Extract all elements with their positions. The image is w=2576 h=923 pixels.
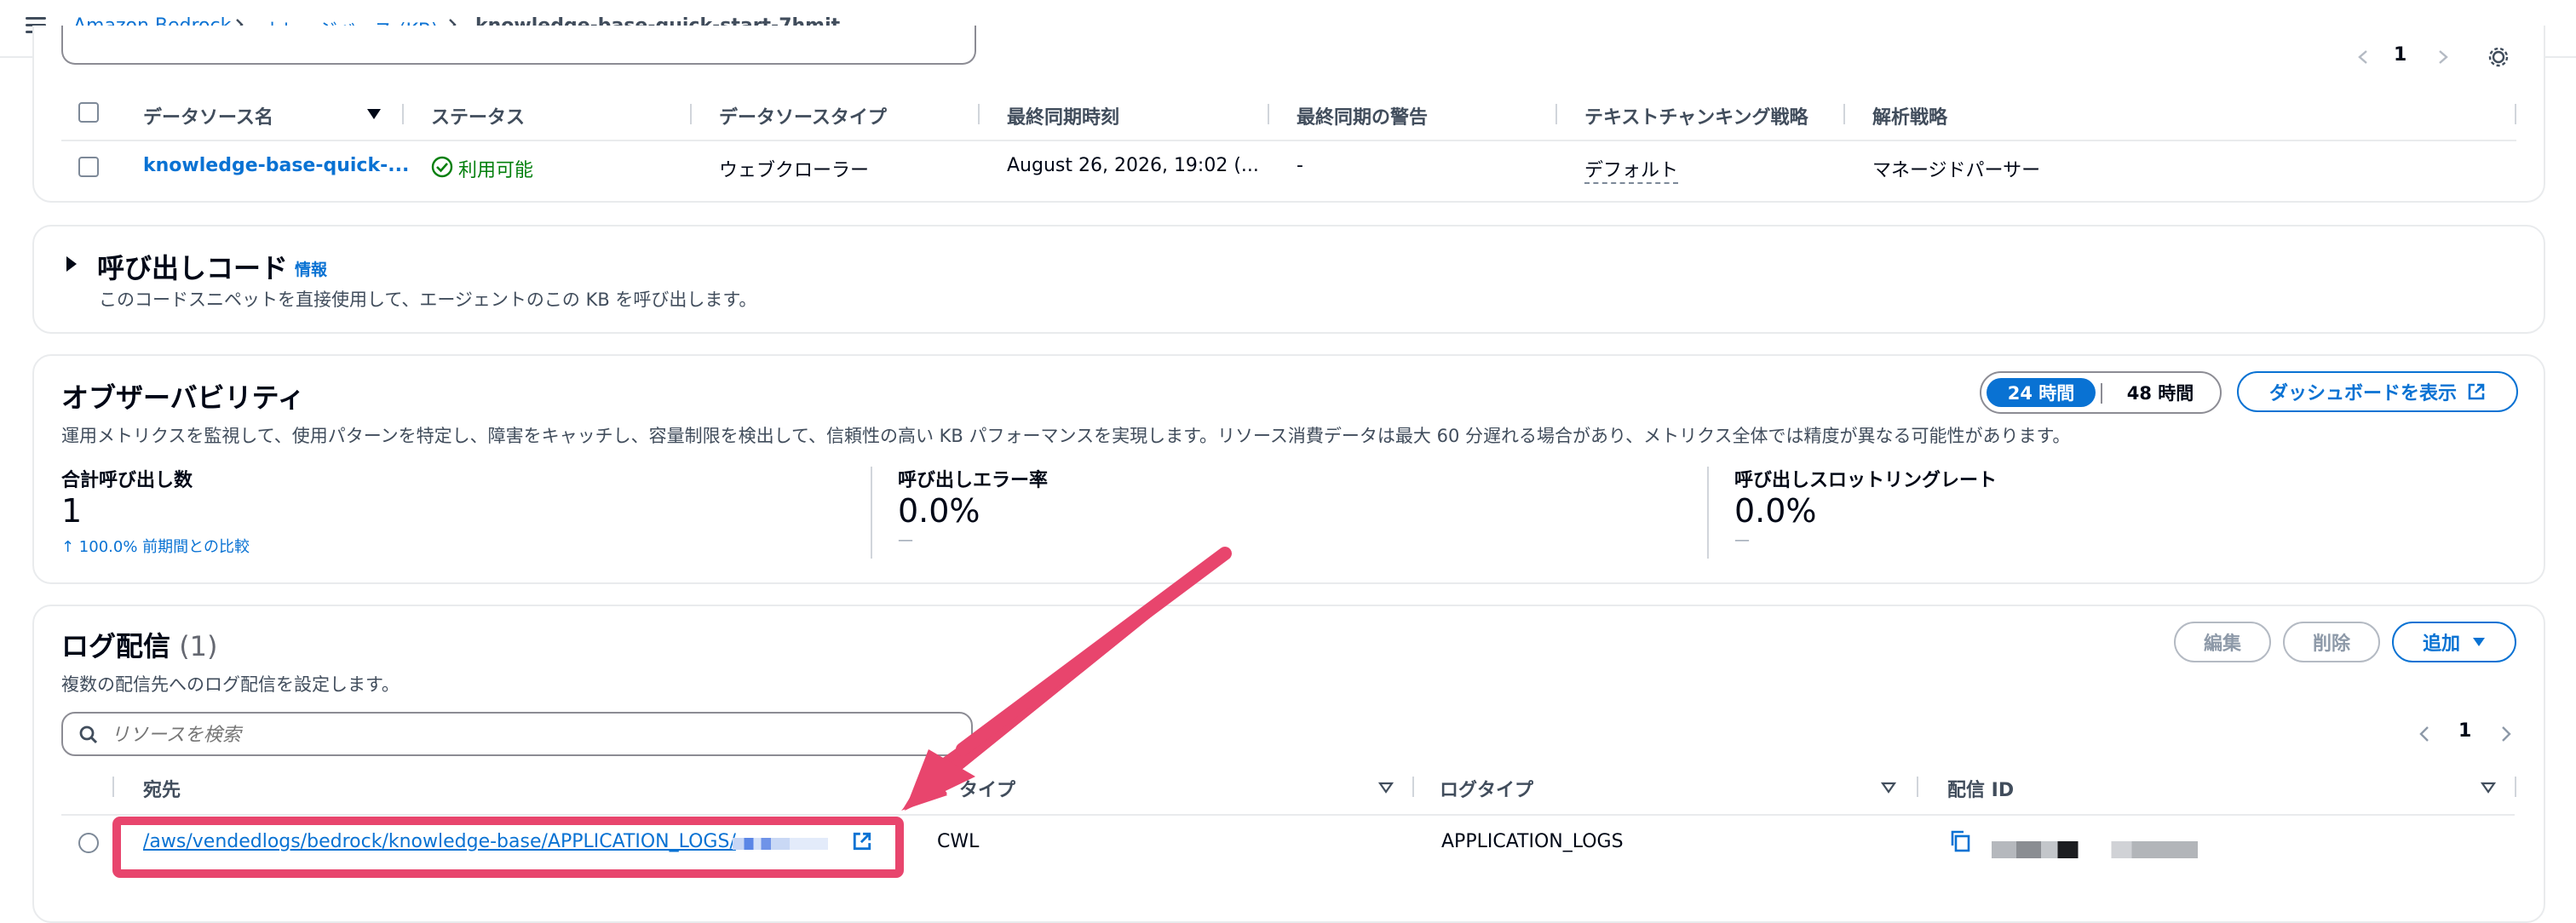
metric-value: 0.0% <box>1734 492 1817 530</box>
last-sync-warning: - <box>1297 155 1303 176</box>
metric-label: 呼び出しエラー率 <box>898 470 1049 491</box>
delivery-type: CWL <box>937 831 980 852</box>
external-link-icon[interactable] <box>852 831 872 851</box>
range-48h-button[interactable]: 48 時間 <box>2106 378 2215 407</box>
data-source-type: ウェブクローラー <box>719 160 870 181</box>
parsing-strategy: マネージドパーサー <box>1872 160 2041 181</box>
resource-search-field[interactable] <box>109 720 947 749</box>
metric-comparison: — <box>898 531 913 549</box>
metric-comparison: ↑ 100.0% 前期間との比較 <box>61 538 250 556</box>
sort-descending-icon[interactable] <box>366 108 382 120</box>
external-link-icon <box>2468 383 2485 400</box>
observability-title: オブザーバビリティ <box>61 381 305 414</box>
page-number[interactable]: 1 <box>2458 720 2471 742</box>
sort-icon[interactable] <box>2481 782 2496 794</box>
range-24h-button[interactable]: 24 時間 <box>1987 378 2096 407</box>
log-type: APPLICATION_LOGS <box>1441 831 1624 852</box>
data-sources-panel: 1 <box>32 26 2545 203</box>
redacted-delivery-id <box>1992 841 2198 858</box>
data-source-search-input[interactable] <box>61 26 976 65</box>
column-header-name[interactable]: データソース名 <box>143 102 273 129</box>
metric-label: 合計呼び出し数 <box>61 470 193 491</box>
observability-panel: オブザーバビリティ 24 時間 48 時間 ダッシュボードを表示 運用メトリクス… <box>32 354 2545 584</box>
metric-value: 0.0% <box>898 492 980 530</box>
column-header-parsing[interactable]: 解析戦略 <box>1872 102 1947 129</box>
chunking-strategy[interactable]: デフォルト <box>1584 155 1679 184</box>
caret-right-icon[interactable] <box>65 255 78 272</box>
row-checkbox[interactable] <box>78 157 99 177</box>
column-header-status[interactable]: ステータス <box>431 102 525 129</box>
copy-icon[interactable] <box>1949 829 1971 853</box>
caret-down-icon <box>2473 638 2485 646</box>
status-text: 利用可能 <box>458 160 534 181</box>
column-header-chunking[interactable]: テキストチャンキング戦略 <box>1584 102 1808 129</box>
metric-label: 呼び出しスロットリングレート <box>1734 470 1998 491</box>
destination-log-group-link[interactable]: /aws/vendedlogs/bedrock/knowledge-base/A… <box>143 831 736 852</box>
log-delivery-title: ログ配信 <box>61 630 171 662</box>
chevron-right-icon[interactable] <box>2499 725 2513 742</box>
metric-value: 1 <box>61 492 83 530</box>
delete-button[interactable]: 削除 <box>2283 622 2380 662</box>
observability-description: 運用メトリクスを監視して、使用パターンを特定し、障害をキャッチし、容量制限を検出… <box>61 426 2071 446</box>
log-delivery-count: (1) <box>179 630 218 662</box>
page-number[interactable]: 1 <box>2394 44 2406 66</box>
search-icon <box>79 725 98 744</box>
column-header-type[interactable]: データソースタイプ <box>719 102 887 129</box>
chevron-left-icon[interactable] <box>2418 725 2431 742</box>
invocation-code-title[interactable]: 呼び出しコード <box>97 247 288 286</box>
info-link[interactable]: 情報 <box>295 257 327 280</box>
select-all-checkbox[interactable] <box>78 102 99 123</box>
resource-search-input[interactable] <box>61 712 973 756</box>
edit-button[interactable]: 編集 <box>2174 622 2271 662</box>
add-dropdown-button[interactable]: 追加 <box>2392 622 2516 662</box>
settings-gear-icon[interactable] <box>2487 46 2510 68</box>
last-sync-time: August 26, 2026, 19:02 (... <box>1007 155 1259 176</box>
log-delivery-heading: ログ配信 (1) <box>61 625 218 664</box>
column-header-warning[interactable]: 最終同期の警告 <box>1297 102 1428 129</box>
chevron-left-icon[interactable] <box>2356 49 2370 65</box>
column-header-destination[interactable]: 宛先 <box>143 775 181 802</box>
log-delivery-description: 複数の配信先へのログ配信を設定します。 <box>61 674 400 695</box>
metric-comparison: — <box>1734 531 1750 549</box>
column-header-type[interactable]: タイプ <box>959 775 1015 802</box>
sort-icon[interactable] <box>1881 782 1896 794</box>
column-header-last-sync[interactable]: 最終同期時刻 <box>1007 102 1119 129</box>
column-header-delivery-id[interactable]: 配信 ID <box>1947 775 2014 802</box>
sort-icon[interactable] <box>1378 782 1394 794</box>
status-success-icon <box>431 156 453 178</box>
redacted-log-group-suffix <box>733 838 828 850</box>
invocation-code-description: このコードスニペットを直接使用して、エージェントのこの KB を呼び出します。 <box>99 290 757 310</box>
row-radio[interactable] <box>78 833 99 853</box>
invocation-code-panel: 呼び出しコード 情報 このコードスニペットを直接使用して、エージェントのこの K… <box>32 225 2545 334</box>
time-range-segmented-control: 24 時間 48 時間 <box>1980 371 2222 414</box>
column-header-log-type[interactable]: ログタイプ <box>1440 775 1533 802</box>
view-dashboard-button[interactable]: ダッシュボードを表示 <box>2237 371 2518 412</box>
log-delivery-panel: ログ配信 (1) 複数の配信先へのログ配信を設定します。 編集 削除 追加 1 … <box>32 605 2545 923</box>
data-source-name-link[interactable]: knowledge-base-quick-... <box>143 155 409 176</box>
view-dashboard-label: ダッシュボードを表示 <box>2268 383 2457 404</box>
chevron-right-icon[interactable] <box>2436 49 2450 65</box>
add-button-label: 追加 <box>2422 633 2460 655</box>
